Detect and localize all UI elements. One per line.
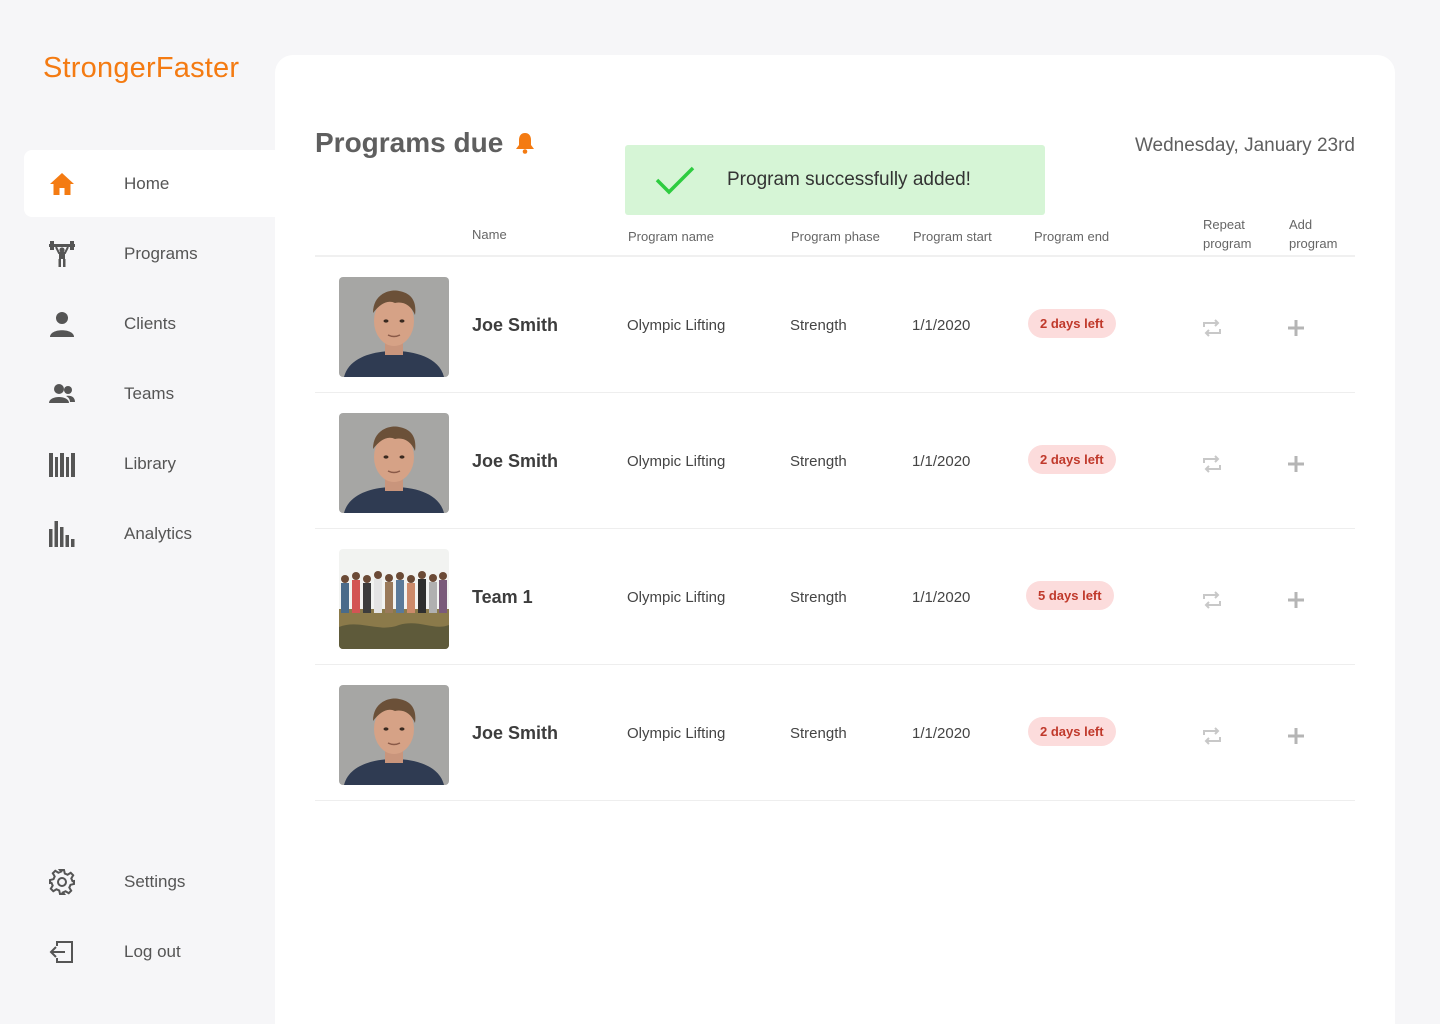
sidebar-item-label: Settings: [124, 871, 186, 891]
repeat-icon[interactable]: [1199, 723, 1225, 749]
sidebar-item-label: Home: [124, 173, 170, 193]
table-header: Name Program name Program phase Program …: [315, 215, 1355, 257]
sidebar-item-label: Analytics: [124, 523, 193, 543]
days-left-badge: 2 days left: [1028, 309, 1116, 338]
program-start: 1/1/2020: [912, 724, 971, 742]
program-phase: Strength: [790, 452, 847, 470]
program-phase: Strength: [790, 588, 847, 606]
success-toast: Program successfully added!: [625, 145, 1045, 215]
page-title: Programs due: [315, 127, 535, 159]
programs-table: Joe Smith Olympic Lifting Strength 1/1/2…: [315, 257, 1355, 801]
sidebar-item-logout[interactable]: Log out: [24, 918, 275, 985]
column-repeat-program: Repeat program: [1203, 217, 1252, 251]
bell-icon[interactable]: [515, 132, 535, 154]
checkmark-icon: [655, 165, 695, 195]
column-program-start: Program start: [913, 229, 992, 244]
page-title-text: Programs due: [315, 127, 504, 158]
plus-icon[interactable]: [1283, 723, 1309, 749]
days-left-badge: 2 days left: [1028, 717, 1116, 746]
sidebar-item-label: Library: [124, 453, 176, 473]
program-phase: Strength: [790, 316, 847, 334]
team-name[interactable]: Team 1: [472, 529, 592, 665]
sidebar-nav: Home Programs Clients Teams Library Anal…: [24, 150, 275, 570]
sidebar-item-settings[interactable]: Settings: [24, 848, 275, 915]
home-icon: [48, 170, 76, 198]
table-row: Joe Smith Olympic Lifting Strength 1/1/2…: [315, 665, 1355, 801]
library-icon: [48, 450, 76, 478]
sidebar-item-label: Programs: [124, 243, 198, 263]
program-start: 1/1/2020: [912, 588, 971, 606]
toast-message: Program successfully added!: [727, 169, 971, 190]
program-name: Olympic Lifting: [627, 316, 726, 334]
logout-icon: [48, 938, 76, 966]
client-name[interactable]: Joe Smith: [472, 393, 592, 529]
current-date: Wednesday, January 23rd: [1134, 135, 1355, 156]
sidebar-item-programs[interactable]: Programs: [24, 220, 275, 287]
sidebar-item-analytics[interactable]: Analytics: [24, 500, 275, 567]
plus-icon[interactable]: [1283, 587, 1309, 613]
program-name: Olympic Lifting: [627, 588, 726, 606]
days-left-badge: 2 days left: [1028, 445, 1116, 474]
avatar: [339, 685, 449, 785]
weightlifter-icon: [48, 240, 76, 268]
column-program-name: Program name: [628, 229, 714, 244]
days-left-badge: 5 days left: [1026, 581, 1114, 610]
client-name[interactable]: Joe Smith: [472, 257, 592, 393]
table-row: Team 1 Olympic Lifting Strength 1/1/2020…: [315, 529, 1355, 665]
program-name: Olympic Lifting: [627, 452, 726, 470]
column-add-program: Add program: [1289, 217, 1338, 251]
repeat-icon[interactable]: [1199, 587, 1225, 613]
repeat-icon[interactable]: [1199, 451, 1225, 477]
avatar: [339, 413, 449, 513]
sidebar-item-library[interactable]: Library: [24, 430, 275, 497]
plus-icon[interactable]: [1283, 315, 1309, 341]
gear-icon: [48, 868, 76, 896]
column-name: Name: [472, 227, 507, 242]
person-icon: [48, 310, 76, 338]
plus-icon[interactable]: [1283, 451, 1309, 477]
program-start: 1/1/2020: [912, 452, 971, 470]
group-icon: [48, 380, 76, 408]
sidebar-item-label: Teams: [124, 383, 175, 403]
sidebar-item-teams[interactable]: Teams: [24, 360, 275, 427]
column-program-phase: Program phase: [791, 229, 880, 244]
team-photo: [339, 549, 449, 649]
sidebar-item-clients[interactable]: Clients: [24, 290, 275, 357]
program-start: 1/1/2020: [912, 316, 971, 334]
column-program-end: Program end: [1034, 229, 1110, 244]
client-name[interactable]: Joe Smith: [472, 665, 592, 801]
program-name: Olympic Lifting: [627, 724, 726, 742]
avatar: [339, 277, 449, 377]
sidebar-item-label: Clients: [124, 313, 176, 333]
app-logo[interactable]: StrongerFaster: [43, 52, 239, 85]
repeat-icon[interactable]: [1199, 315, 1225, 341]
program-phase: Strength: [790, 724, 847, 742]
main-panel: Programs due Wednesday, January 23rd Pro…: [275, 55, 1395, 1024]
sidebar-item-label: Log out: [124, 941, 181, 961]
analytics-icon: [48, 520, 76, 548]
table-row: Joe Smith Olympic Lifting Strength 1/1/2…: [315, 257, 1355, 393]
sidebar-bottom: Settings Log out: [24, 848, 275, 988]
sidebar-item-home[interactable]: Home: [24, 150, 275, 217]
table-row: Joe Smith Olympic Lifting Strength 1/1/2…: [315, 393, 1355, 529]
